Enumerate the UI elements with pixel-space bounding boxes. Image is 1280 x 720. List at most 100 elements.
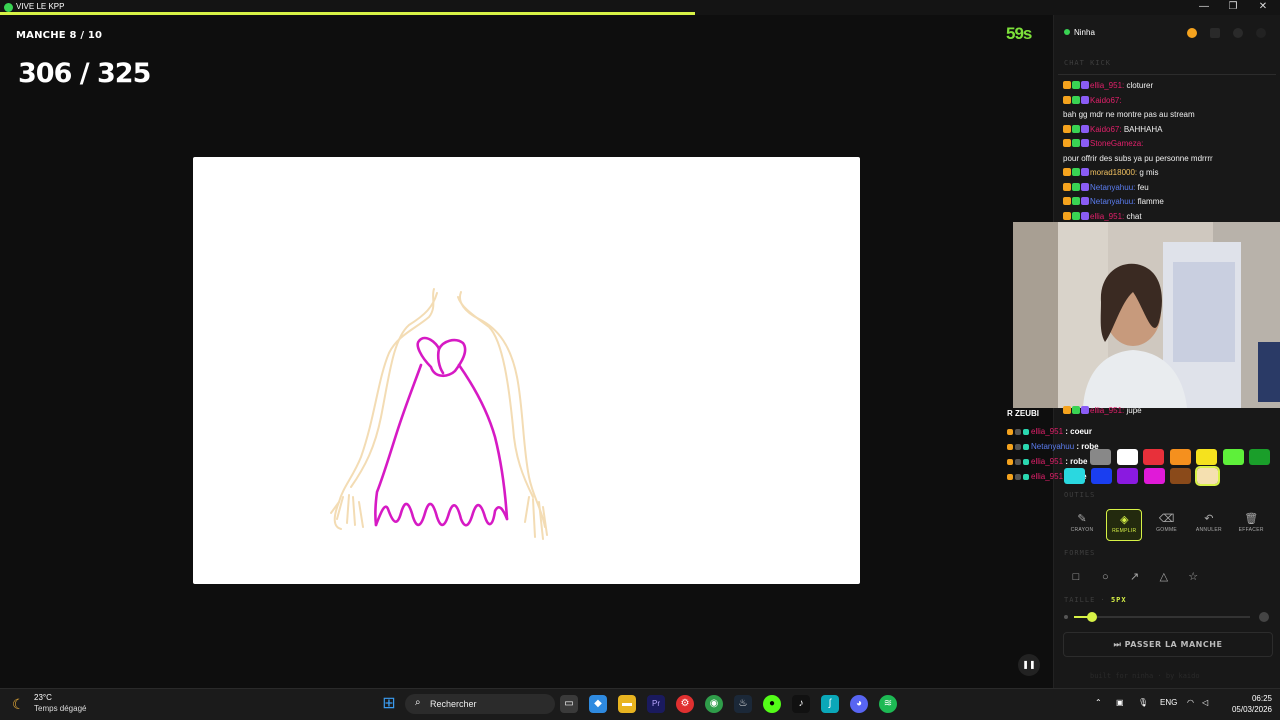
tray-chevron-icon[interactable]: ⌃ xyxy=(1095,698,1102,707)
window-title: VIVE LE KPP xyxy=(16,2,65,11)
guess-row: ellia_951 : robe xyxy=(1007,454,1099,469)
tool-label: EFFACER xyxy=(1238,527,1264,533)
clock-time: 06:25 xyxy=(1251,694,1272,703)
shapes-title: FORMES xyxy=(1064,549,1096,557)
kick-app-icon[interactable]: ● xyxy=(763,695,781,713)
color-swatch[interactable] xyxy=(1143,468,1165,484)
taskbar xyxy=(0,688,1280,720)
chat-username[interactable]: StoneGameza: xyxy=(1090,139,1143,148)
maximize-button[interactable]: ❐ xyxy=(1219,0,1247,15)
chat-badge-icon xyxy=(1072,139,1080,147)
volume-icon[interactable]: ◁ xyxy=(1202,698,1208,707)
color-swatch[interactable] xyxy=(1196,449,1217,465)
rectangle-icon[interactable]: □ xyxy=(1066,568,1086,586)
chat-title: CHAT KICK xyxy=(1064,59,1111,67)
chat-badge-icon xyxy=(1063,211,1071,220)
tray-app-icon[interactable]: ▣ xyxy=(1116,698,1124,707)
tool-annuler-button[interactable]: ↶ ANNULER xyxy=(1191,509,1227,541)
window-icon[interactable] xyxy=(1210,28,1220,38)
microphone-icon[interactable]: 🎙 xyxy=(1138,698,1148,707)
coin-icon[interactable] xyxy=(1187,28,1197,38)
color-swatch[interactable] xyxy=(1090,449,1111,465)
file-explorer-icon[interactable]: ▬ xyxy=(618,695,636,713)
script-app-icon[interactable]: ʃ xyxy=(821,695,839,713)
close-button[interactable]: ✕ xyxy=(1249,0,1277,15)
chat-username[interactable]: Netanyahuu: xyxy=(1090,183,1135,192)
chat-badge-icon xyxy=(1063,406,1071,414)
color-swatch[interactable] xyxy=(1117,468,1138,484)
round-counter: MANCHE 8 / 10 xyxy=(16,30,103,41)
settings-icon[interactable] xyxy=(1233,28,1243,38)
taskbar-search[interactable]: ⌕ Rechercher xyxy=(405,694,555,714)
guess-username: ellia_951 xyxy=(1031,427,1064,436)
chat-username[interactable]: morad18000: xyxy=(1090,168,1137,177)
color-swatch[interactable] xyxy=(1143,449,1164,465)
tiktok-icon[interactable]: ♪ xyxy=(792,695,810,713)
tool-label: GOMME xyxy=(1156,527,1178,533)
guess-badge-icon xyxy=(1023,459,1029,465)
color-swatch[interactable] xyxy=(1169,449,1191,465)
task-view-icon[interactable]: ▭ xyxy=(560,695,578,713)
size-slider[interactable] xyxy=(1074,616,1250,618)
tool-gomme-button[interactable]: ⌫ GOMME xyxy=(1149,509,1185,541)
chat-message: Netanyahuu: feu xyxy=(1063,181,1277,196)
color-swatch[interactable] xyxy=(1249,449,1270,465)
guess-badge-icon xyxy=(1015,459,1021,465)
webcam-feed xyxy=(1013,222,1280,408)
gear-app-icon[interactable]: ⚙ xyxy=(676,695,694,713)
chat-message: Kaido67: xyxy=(1063,94,1277,109)
premiere-pro-icon[interactable]: Pr xyxy=(647,695,665,713)
minimize-button[interactable]: — xyxy=(1190,0,1218,15)
windows-start-icon[interactable]: ⊞ xyxy=(380,695,398,713)
arrow-icon[interactable]: ↗ xyxy=(1125,568,1145,586)
color-swatch[interactable] xyxy=(1064,468,1085,484)
close-panel-icon[interactable] xyxy=(1256,28,1266,38)
wifi-icon[interactable]: ◠ xyxy=(1187,698,1194,707)
skip-round-button[interactable]: ⏭ PASSER LA MANCHE xyxy=(1063,632,1273,657)
live-indicator xyxy=(1064,29,1070,35)
chat-username[interactable]: ellia_951: xyxy=(1090,406,1124,415)
chat-badge-icon xyxy=(1072,81,1080,89)
size-min-dot xyxy=(1064,615,1068,619)
tool-label: ANNULER xyxy=(1195,527,1222,533)
guess-badge-icon xyxy=(1023,474,1029,480)
guess-username: Netanyahuu xyxy=(1031,442,1075,451)
color-swatch[interactable] xyxy=(1222,449,1244,465)
chat-username[interactable]: ellia_951: xyxy=(1090,212,1124,221)
tool-crayon-button[interactable]: ✎ CRAYON xyxy=(1064,509,1100,541)
chat-message: pour offrir des subs ya pu personne mdrr… xyxy=(1063,152,1277,167)
pause-button[interactable]: ❚❚ xyxy=(1018,654,1040,676)
guess-badge-icon xyxy=(1023,444,1029,450)
chat-username[interactable]: ellia_951: xyxy=(1090,81,1124,90)
taskbar-clock[interactable]: 06:25 05/03/2026 xyxy=(1212,693,1272,715)
ellipse-icon[interactable]: ○ xyxy=(1095,568,1115,586)
store-icon[interactable]: ◆ xyxy=(589,695,607,713)
chat-username[interactable]: Kaido67: xyxy=(1090,125,1122,134)
size-slider-thumb[interactable] xyxy=(1087,612,1097,622)
chrome-icon[interactable]: ◉ xyxy=(705,695,723,713)
color-swatch[interactable] xyxy=(1090,468,1112,484)
guess-badge-icon xyxy=(1023,429,1029,435)
size-label: TAILLE · 5PX xyxy=(1064,596,1127,604)
chat-username[interactable]: Netanyahuu: xyxy=(1090,197,1135,206)
language-indicator[interactable]: ENG xyxy=(1160,698,1177,707)
chat-username[interactable]: Kaido67: xyxy=(1090,96,1122,105)
chat-text: cloturer xyxy=(1124,81,1154,90)
chat-badge-icon xyxy=(1072,197,1080,205)
color-swatch[interactable] xyxy=(1116,449,1138,465)
tool-icon: ✎ xyxy=(1077,513,1087,525)
guess-row: ellia_951 : coeur xyxy=(1007,424,1099,439)
chat-badge-icon xyxy=(1081,124,1089,133)
tool-effacer-button[interactable]: 🗑 EFFACER xyxy=(1233,509,1269,541)
tool-remplir-button[interactable]: ◈ REMPLIR xyxy=(1106,509,1143,541)
color-swatch[interactable] xyxy=(1194,466,1220,486)
spotify-icon[interactable]: ≋ xyxy=(879,695,897,713)
size-max-dot xyxy=(1259,612,1269,622)
drawing-canvas[interactable] xyxy=(193,157,860,584)
discord-icon[interactable]: ◕ xyxy=(850,695,868,713)
star-icon[interactable]: ☆ xyxy=(1183,568,1203,586)
triangle-icon[interactable]: △ xyxy=(1154,568,1174,586)
color-swatch[interactable] xyxy=(1170,468,1191,484)
round-timer: 59s xyxy=(1006,24,1032,43)
steam-icon[interactable]: ♨ xyxy=(734,695,752,713)
